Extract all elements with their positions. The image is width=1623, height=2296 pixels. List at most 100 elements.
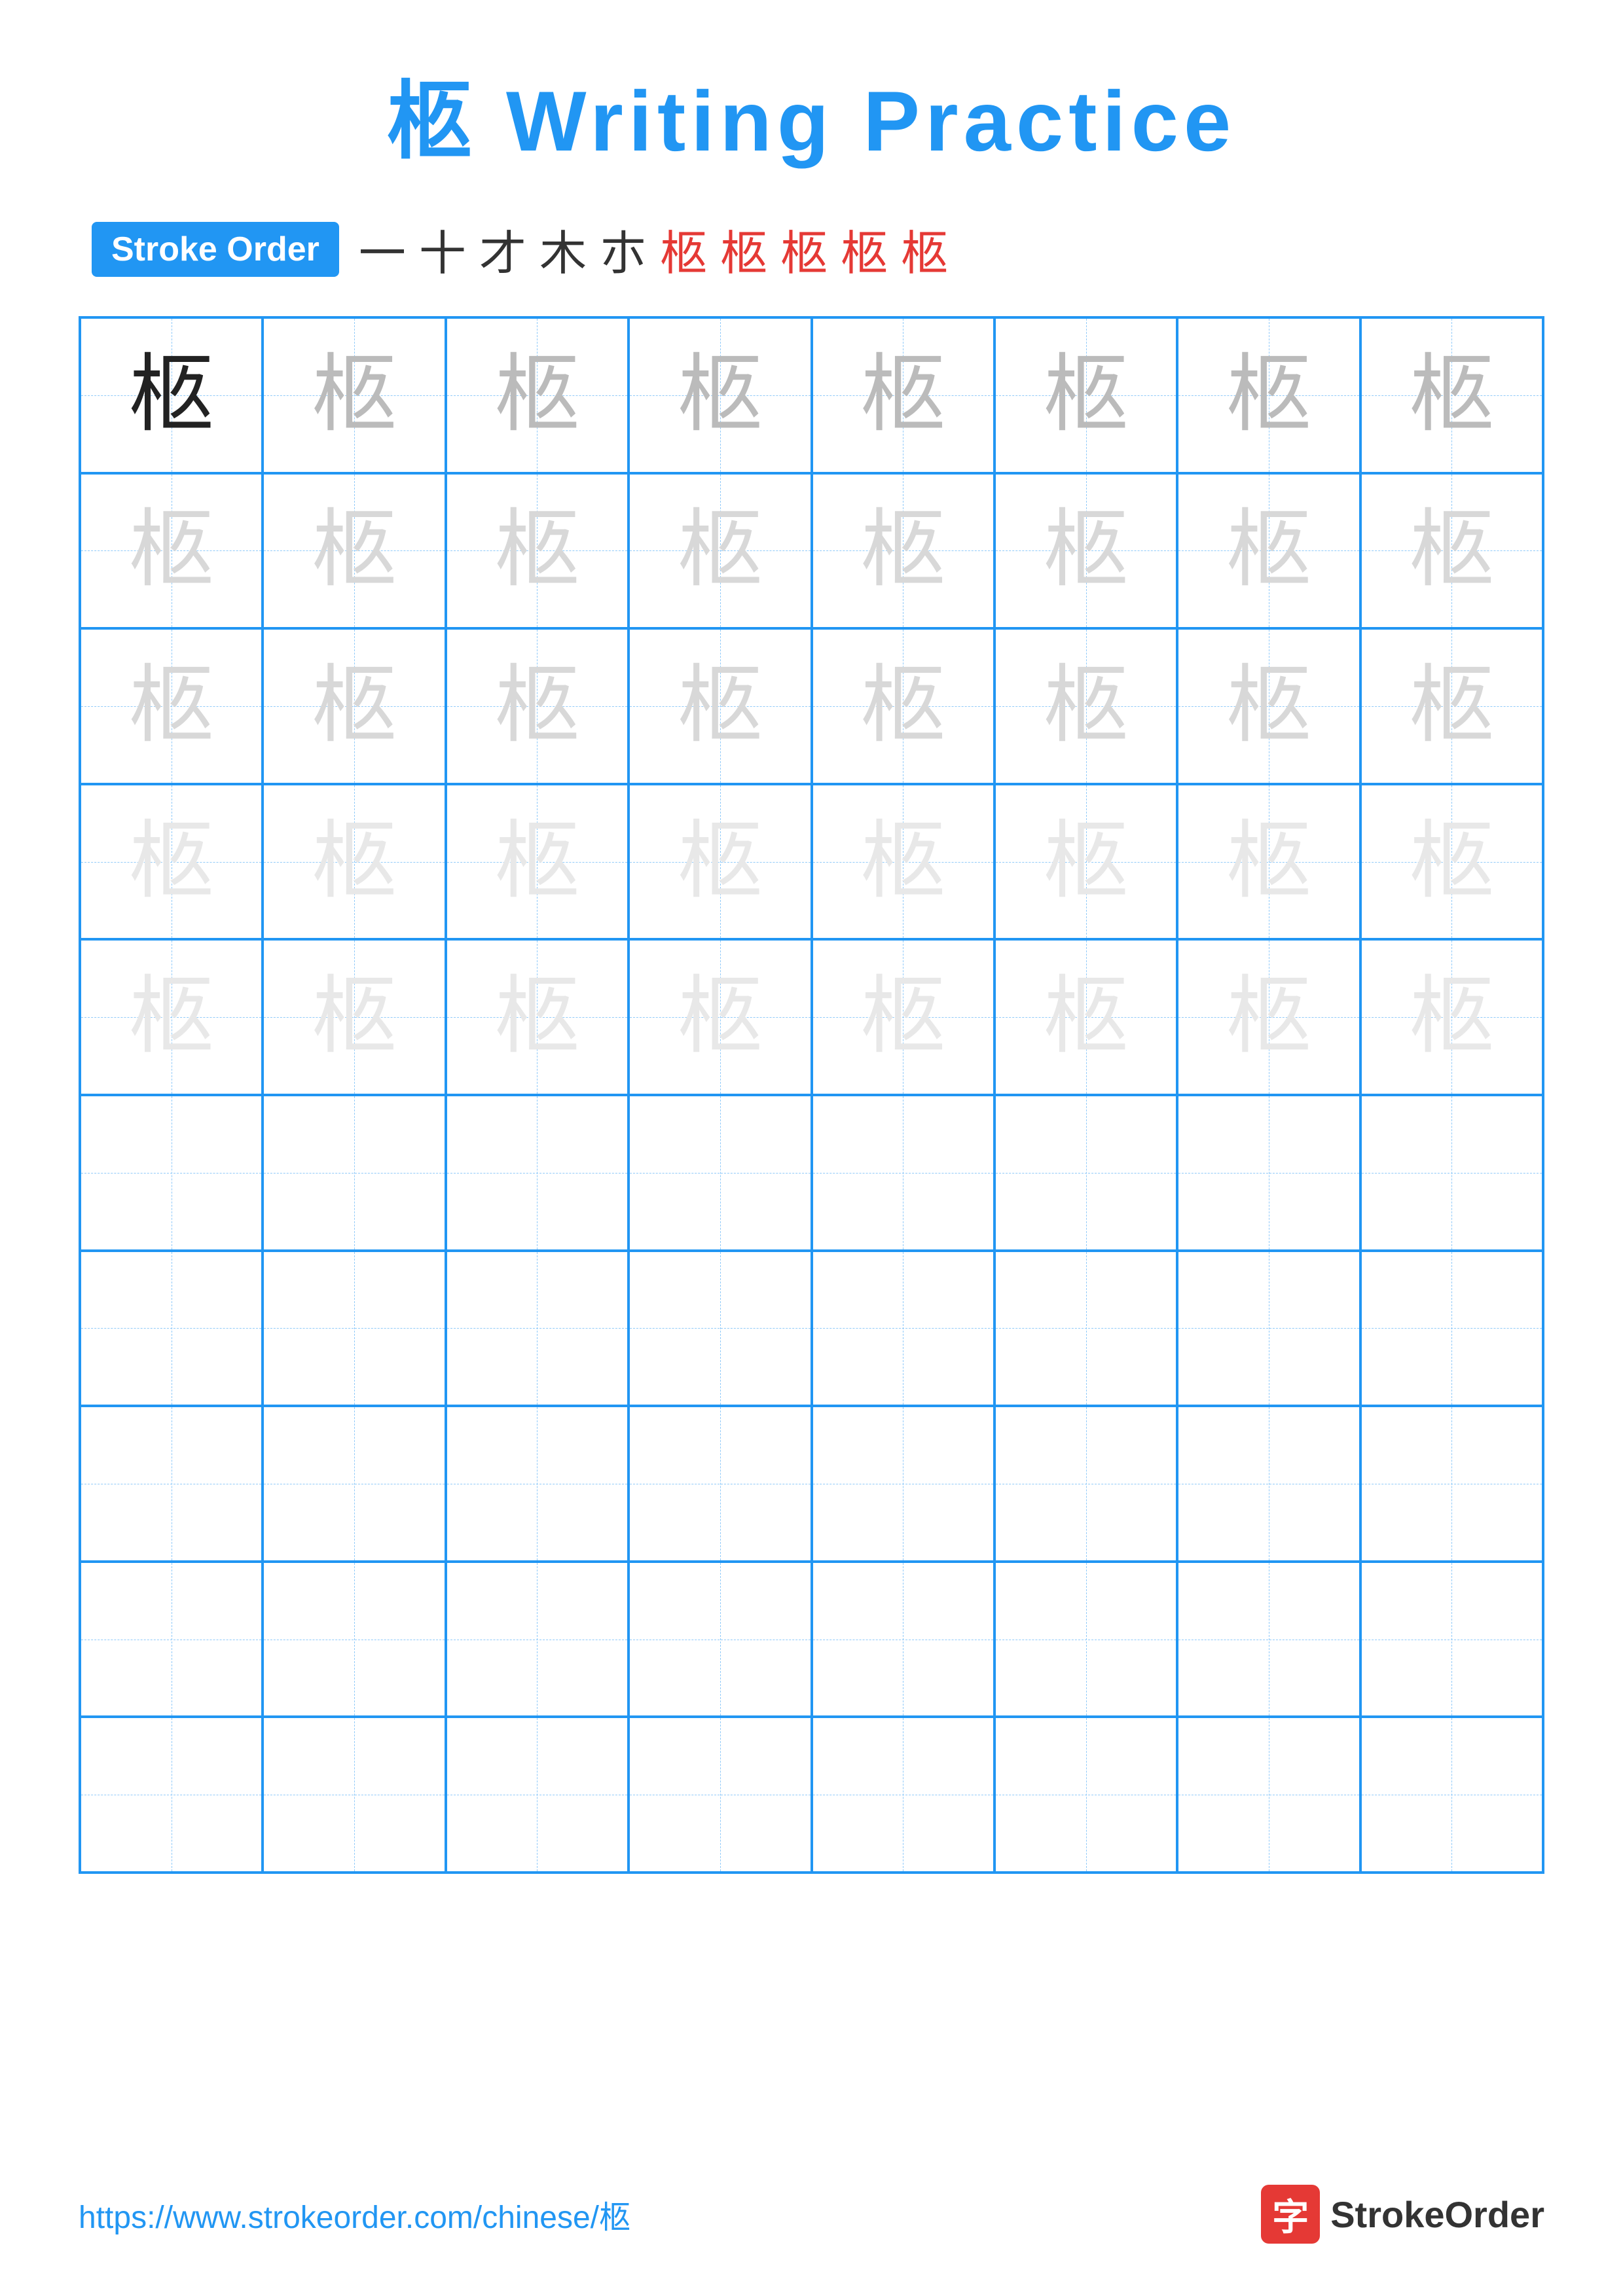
grid-cell-r1c3[interactable]: 柩 xyxy=(446,317,629,473)
grid-cell-r2c6[interactable]: 柩 xyxy=(994,473,1177,629)
grid-cell-r9c7[interactable] xyxy=(1177,1562,1360,1717)
grid-cell-r10c1[interactable] xyxy=(80,1717,263,1873)
grid-cell-r7c5[interactable] xyxy=(812,1251,994,1407)
grid-cell-r3c5[interactable]: 柩 xyxy=(812,628,994,784)
grid-cell-r4c3[interactable]: 柩 xyxy=(446,784,629,940)
grid-cell-r8c1[interactable] xyxy=(80,1406,263,1562)
grid-cell-r5c6[interactable]: 柩 xyxy=(994,939,1177,1095)
grid-cell-r3c8[interactable]: 柩 xyxy=(1360,628,1543,784)
grid-cell-r7c3[interactable] xyxy=(446,1251,629,1407)
grid-cell-r7c7[interactable] xyxy=(1177,1251,1360,1407)
grid-cell-r10c7[interactable] xyxy=(1177,1717,1360,1873)
grid-cell-r5c8[interactable]: 柩 xyxy=(1360,939,1543,1095)
grid-cell-r3c6[interactable]: 柩 xyxy=(994,628,1177,784)
grid-cell-r5c3[interactable]: 柩 xyxy=(446,939,629,1095)
grid-cell-r9c5[interactable] xyxy=(812,1562,994,1717)
grid-cell-r4c1[interactable]: 柩 xyxy=(80,784,263,940)
grid-cell-r1c1[interactable]: 柩 xyxy=(80,317,263,473)
char-r4c7: 柩 xyxy=(1226,819,1311,905)
grid-cell-r7c1[interactable] xyxy=(80,1251,263,1407)
stroke-3: 才 xyxy=(479,215,526,283)
grid-cell-r6c1[interactable] xyxy=(80,1095,263,1251)
grid-cell-r8c6[interactable] xyxy=(994,1406,1177,1562)
grid-cell-r1c2[interactable]: 柩 xyxy=(263,317,445,473)
stroke-2: 十 xyxy=(419,215,466,283)
grid-cell-r10c8[interactable] xyxy=(1360,1717,1543,1873)
grid-cell-r10c3[interactable] xyxy=(446,1717,629,1873)
stroke-8: 柩 xyxy=(780,215,828,283)
char-r1c4: 柩 xyxy=(678,353,763,438)
brand-char: 字 xyxy=(1272,2188,1309,2241)
grid-cell-r2c2[interactable]: 柩 xyxy=(263,473,445,629)
grid-cell-r2c8[interactable]: 柩 xyxy=(1360,473,1543,629)
char-r1c8: 柩 xyxy=(1409,353,1494,438)
grid-cell-r1c4[interactable]: 柩 xyxy=(629,317,811,473)
grid-cell-r9c8[interactable] xyxy=(1360,1562,1543,1717)
grid-cell-r5c1[interactable]: 柩 xyxy=(80,939,263,1095)
footer-url[interactable]: https://www.strokeorder.com/chinese/柩 xyxy=(79,2191,630,2237)
grid-cell-r2c7[interactable]: 柩 xyxy=(1177,473,1360,629)
grid-cell-r6c5[interactable] xyxy=(812,1095,994,1251)
grid-cell-r2c4[interactable]: 柩 xyxy=(629,473,811,629)
grid-cell-r1c8[interactable]: 柩 xyxy=(1360,317,1543,473)
grid-cell-r3c3[interactable]: 柩 xyxy=(446,628,629,784)
page: 柩 Writing Practice Stroke Order 一 十 才 木 … xyxy=(0,0,1623,2296)
grid-cell-r7c6[interactable] xyxy=(994,1251,1177,1407)
grid-cell-r4c7[interactable]: 柩 xyxy=(1177,784,1360,940)
grid-cell-r6c2[interactable] xyxy=(263,1095,445,1251)
grid-cell-r3c4[interactable]: 柩 xyxy=(629,628,811,784)
grid-cell-r9c3[interactable] xyxy=(446,1562,629,1717)
grid-cell-r4c8[interactable]: 柩 xyxy=(1360,784,1543,940)
grid-cell-r5c2[interactable]: 柩 xyxy=(263,939,445,1095)
grid-cell-r9c1[interactable] xyxy=(80,1562,263,1717)
grid-cell-r5c7[interactable]: 柩 xyxy=(1177,939,1360,1095)
grid-cell-r9c4[interactable] xyxy=(629,1562,811,1717)
grid-cell-r7c4[interactable] xyxy=(629,1251,811,1407)
grid-cell-r2c3[interactable]: 柩 xyxy=(446,473,629,629)
char-r4c3: 柩 xyxy=(494,819,579,905)
grid-cell-r6c7[interactable] xyxy=(1177,1095,1360,1251)
grid-cell-r8c2[interactable] xyxy=(263,1406,445,1562)
grid-cell-r10c6[interactable] xyxy=(994,1717,1177,1873)
char-r3c3: 柩 xyxy=(494,664,579,749)
grid-cell-r6c8[interactable] xyxy=(1360,1095,1543,1251)
grid-cell-r2c1[interactable]: 柩 xyxy=(80,473,263,629)
grid-cell-r4c6[interactable]: 柩 xyxy=(994,784,1177,940)
grid-cell-r3c2[interactable]: 柩 xyxy=(263,628,445,784)
grid-cell-r5c4[interactable]: 柩 xyxy=(629,939,811,1095)
grid-cell-r8c5[interactable] xyxy=(812,1406,994,1562)
char-r1c5: 柩 xyxy=(860,353,945,438)
grid-cell-r10c5[interactable] xyxy=(812,1717,994,1873)
char-r5c1: 柩 xyxy=(129,975,214,1060)
grid-cell-r10c2[interactable] xyxy=(263,1717,445,1873)
grid-cell-r4c4[interactable]: 柩 xyxy=(629,784,811,940)
char-r5c4: 柩 xyxy=(678,975,763,1060)
grid-cell-r3c1[interactable]: 柩 xyxy=(80,628,263,784)
char-r4c1: 柩 xyxy=(129,819,214,905)
grid-cell-r5c5[interactable]: 柩 xyxy=(812,939,994,1095)
grid-cell-r4c5[interactable]: 柩 xyxy=(812,784,994,940)
grid-cell-r8c7[interactable] xyxy=(1177,1406,1360,1562)
char-r5c3: 柩 xyxy=(494,975,579,1060)
grid-cell-r7c8[interactable] xyxy=(1360,1251,1543,1407)
grid-cell-r6c3[interactable] xyxy=(446,1095,629,1251)
grid-cell-r1c5[interactable]: 柩 xyxy=(812,317,994,473)
stroke-4: 木 xyxy=(539,215,587,283)
title-char: 柩 Writing Practice xyxy=(387,73,1236,169)
char-r3c8: 柩 xyxy=(1409,664,1494,749)
grid-cell-r2c5[interactable]: 柩 xyxy=(812,473,994,629)
char-r2c7: 柩 xyxy=(1226,508,1311,593)
grid-cell-r6c6[interactable] xyxy=(994,1095,1177,1251)
grid-cell-r10c4[interactable] xyxy=(629,1717,811,1873)
grid-cell-r7c2[interactable] xyxy=(263,1251,445,1407)
grid-cell-r1c7[interactable]: 柩 xyxy=(1177,317,1360,473)
grid-cell-r6c4[interactable] xyxy=(629,1095,811,1251)
grid-cell-r9c6[interactable] xyxy=(994,1562,1177,1717)
grid-cell-r4c2[interactable]: 柩 xyxy=(263,784,445,940)
grid-cell-r3c7[interactable]: 柩 xyxy=(1177,628,1360,784)
grid-cell-r9c2[interactable] xyxy=(263,1562,445,1717)
grid-cell-r1c6[interactable]: 柩 xyxy=(994,317,1177,473)
grid-cell-r8c3[interactable] xyxy=(446,1406,629,1562)
grid-cell-r8c8[interactable] xyxy=(1360,1406,1543,1562)
grid-cell-r8c4[interactable] xyxy=(629,1406,811,1562)
